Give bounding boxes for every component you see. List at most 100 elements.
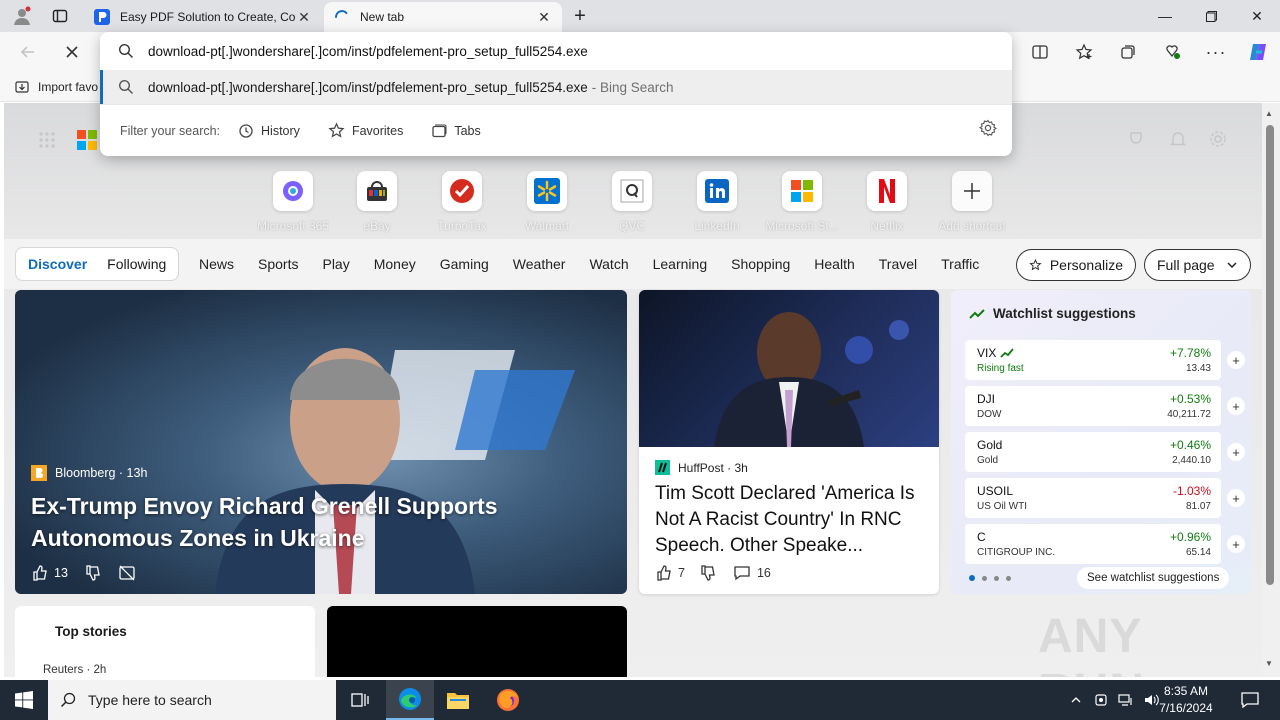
nav-shopping[interactable]: Shopping	[731, 256, 790, 272]
browser-essentials-button[interactable]	[1156, 36, 1188, 68]
nav-learning[interactable]: Learning	[653, 256, 708, 272]
scroll-down-arrow-icon[interactable]: ▼	[1265, 659, 1273, 668]
settings-more-button[interactable]: ···	[1200, 36, 1232, 68]
nav-weather[interactable]: Weather	[513, 256, 566, 272]
address-bar-input[interactable]: download-pt[.]wondershare[.]com/inst/pdf…	[100, 32, 1012, 70]
full-page-dropdown[interactable]: Full page	[1144, 249, 1251, 281]
show-hidden-icons-chevron-icon[interactable]	[1070, 694, 1082, 706]
app-launcher-icon[interactable]	[34, 127, 60, 153]
search-suggestion[interactable]: download-pt[.]wondershare[.]com/inst/pdf…	[100, 70, 1012, 104]
nav-traffic[interactable]: Traffic	[941, 256, 979, 272]
meet-now-icon[interactable]	[1094, 693, 1108, 707]
nav-news[interactable]: News	[199, 256, 234, 272]
scrollbar-thumb[interactable]	[1266, 125, 1274, 585]
watchlist-row[interactable]: USOIL US Oil WTI -1.03% 81.07	[965, 478, 1221, 518]
nav-gaming[interactable]: Gaming	[440, 256, 489, 272]
watchlist-row[interactable]: VIX Rising fast +7.78% 13.43	[965, 340, 1221, 380]
nav-health[interactable]: Health	[814, 256, 854, 272]
tab-pdf[interactable]: Easy PDF Solution to Create, Con ✕	[84, 2, 322, 32]
shortcut-turbotax[interactable]: TurboTax	[420, 171, 504, 233]
shortcut-qvc[interactable]: QVC	[590, 171, 674, 233]
scroll-up-arrow-icon[interactable]: ▲	[1265, 109, 1273, 118]
shortcut-netflix[interactable]: Netflix	[845, 171, 929, 233]
thumbs-up-icon[interactable]	[655, 564, 673, 582]
thumbs-down-icon[interactable]	[84, 564, 102, 582]
card2-headline[interactable]: Tim Scott Declared 'America Is Not A Rac…	[655, 481, 930, 559]
page-scrollbar[interactable]: ▲ ▼	[1262, 103, 1280, 677]
comments-icon[interactable]	[733, 564, 751, 582]
microsoft-logo-icon[interactable]	[74, 127, 100, 153]
add-to-watchlist-button[interactable]: +	[1227, 489, 1245, 507]
maximize-button[interactable]	[1188, 0, 1234, 32]
thumbs-up-icon[interactable]	[31, 564, 49, 582]
anyrun-watermark: ANY RUN	[1038, 610, 1144, 677]
filter-history[interactable]: History	[238, 123, 300, 139]
hide-story-icon[interactable]	[118, 564, 136, 582]
add-to-watchlist-button[interactable]: +	[1227, 397, 1245, 415]
taskbar-file-explorer[interactable]	[434, 680, 482, 720]
tab-new[interactable]: New tab ✕	[324, 2, 562, 32]
close-tab-icon[interactable]: ✕	[536, 9, 552, 25]
thumbs-down-icon[interactable]	[699, 564, 717, 582]
close-window-button[interactable]: ✕	[1234, 0, 1280, 32]
stop-loading-button[interactable]	[56, 36, 88, 68]
shortcut-walmart[interactable]: Walmart	[505, 171, 589, 233]
folder-icon	[447, 693, 469, 709]
hero-news-card[interactable]: Bloomberg · 13h Ex-Trump Envoy Richard G…	[15, 290, 627, 594]
shortcut-microsoft-365[interactable]: Microsoft 365	[251, 171, 335, 233]
taskbar-firefox[interactable]	[484, 680, 532, 720]
tab-actions-icon[interactable]	[48, 4, 72, 28]
nav-play[interactable]: Play	[322, 256, 349, 272]
shortcut-add[interactable]: Add shortcut	[930, 171, 1014, 233]
nav-money[interactable]: Money	[374, 256, 416, 272]
shortcut-ebay[interactable]: eBay	[335, 171, 419, 233]
filter-favorites[interactable]: Favorites	[328, 122, 403, 139]
see-watchlist-suggestions-button[interactable]: See watchlist suggestions	[1077, 567, 1230, 589]
watchlist-row[interactable]: C CITIGROUP INC. +0.96% 65.14	[965, 524, 1221, 564]
page-settings-gear-icon[interactable]	[1206, 127, 1230, 151]
watchlist-row[interactable]: DJI DOW +0.53% 40,211.72	[965, 386, 1221, 426]
rewards-icon[interactable]	[1124, 127, 1148, 151]
task-view-button[interactable]	[336, 680, 384, 720]
rising-fast-icon	[1000, 348, 1015, 358]
nav-sports[interactable]: Sports	[258, 256, 298, 272]
network-icon[interactable]	[1118, 693, 1134, 707]
taskbar-search-box[interactable]: Type here to search	[48, 680, 336, 720]
start-button[interactable]	[0, 680, 48, 720]
notification-center-button[interactable]	[1226, 680, 1274, 720]
nav-travel[interactable]: Travel	[879, 256, 917, 272]
close-tab-icon[interactable]: ✕	[296, 9, 312, 25]
add-to-watchlist-button[interactable]: +	[1227, 351, 1245, 369]
pdfelement-favicon-icon	[94, 9, 110, 25]
tab-following[interactable]: Following	[107, 256, 166, 272]
collections-button[interactable]	[1112, 36, 1144, 68]
import-favorites-label: Import favo	[38, 80, 99, 94]
copilot-button[interactable]	[1242, 36, 1274, 68]
search-settings-gear-icon[interactable]	[978, 118, 998, 138]
nav-watch[interactable]: Watch	[589, 256, 628, 272]
back-button[interactable]	[12, 36, 44, 68]
filter-tabs[interactable]: Tabs	[431, 123, 481, 139]
notifications-bell-icon[interactable]	[1166, 127, 1190, 151]
taskbar-edge[interactable]	[386, 680, 434, 720]
carousel-dots[interactable]	[969, 575, 1018, 581]
tab-discover[interactable]: Discover	[28, 256, 87, 272]
favorites-star-button[interactable]	[1068, 36, 1100, 68]
profile-avatar-icon[interactable]	[8, 4, 36, 28]
taskbar-clock[interactable]: 8:35 AM 7/16/2024	[1148, 683, 1224, 717]
minimize-button[interactable]: —	[1142, 0, 1188, 32]
watchlist-row[interactable]: Gold Gold +0.46% 2,440.10	[965, 432, 1221, 472]
hero-headline[interactable]: Ex-Trump Envoy Richard Grenell Supports …	[31, 490, 551, 554]
top-stories-card[interactable]: Top stories Reuters · 2h	[15, 606, 315, 677]
video-card[interactable]	[327, 606, 627, 677]
add-to-watchlist-button[interactable]: +	[1227, 443, 1245, 461]
shortcut-microsoft-store[interactable]: Microsoft St...	[760, 171, 844, 233]
feed-categories: News Sports Play Money Gaming Weather Wa…	[199, 247, 1003, 281]
import-favorites-button[interactable]: Import favo	[14, 79, 98, 95]
news-card-huffpost[interactable]: HuffPost · 3h Tim Scott Declared 'Americ…	[639, 290, 939, 594]
add-to-watchlist-button[interactable]: +	[1227, 535, 1245, 553]
shortcut-linkedin[interactable]: LinkedIn	[675, 171, 759, 233]
new-tab-plus-icon[interactable]: +	[568, 4, 592, 28]
split-screen-button[interactable]	[1024, 36, 1056, 68]
personalize-button[interactable]: Personalize	[1016, 249, 1136, 281]
